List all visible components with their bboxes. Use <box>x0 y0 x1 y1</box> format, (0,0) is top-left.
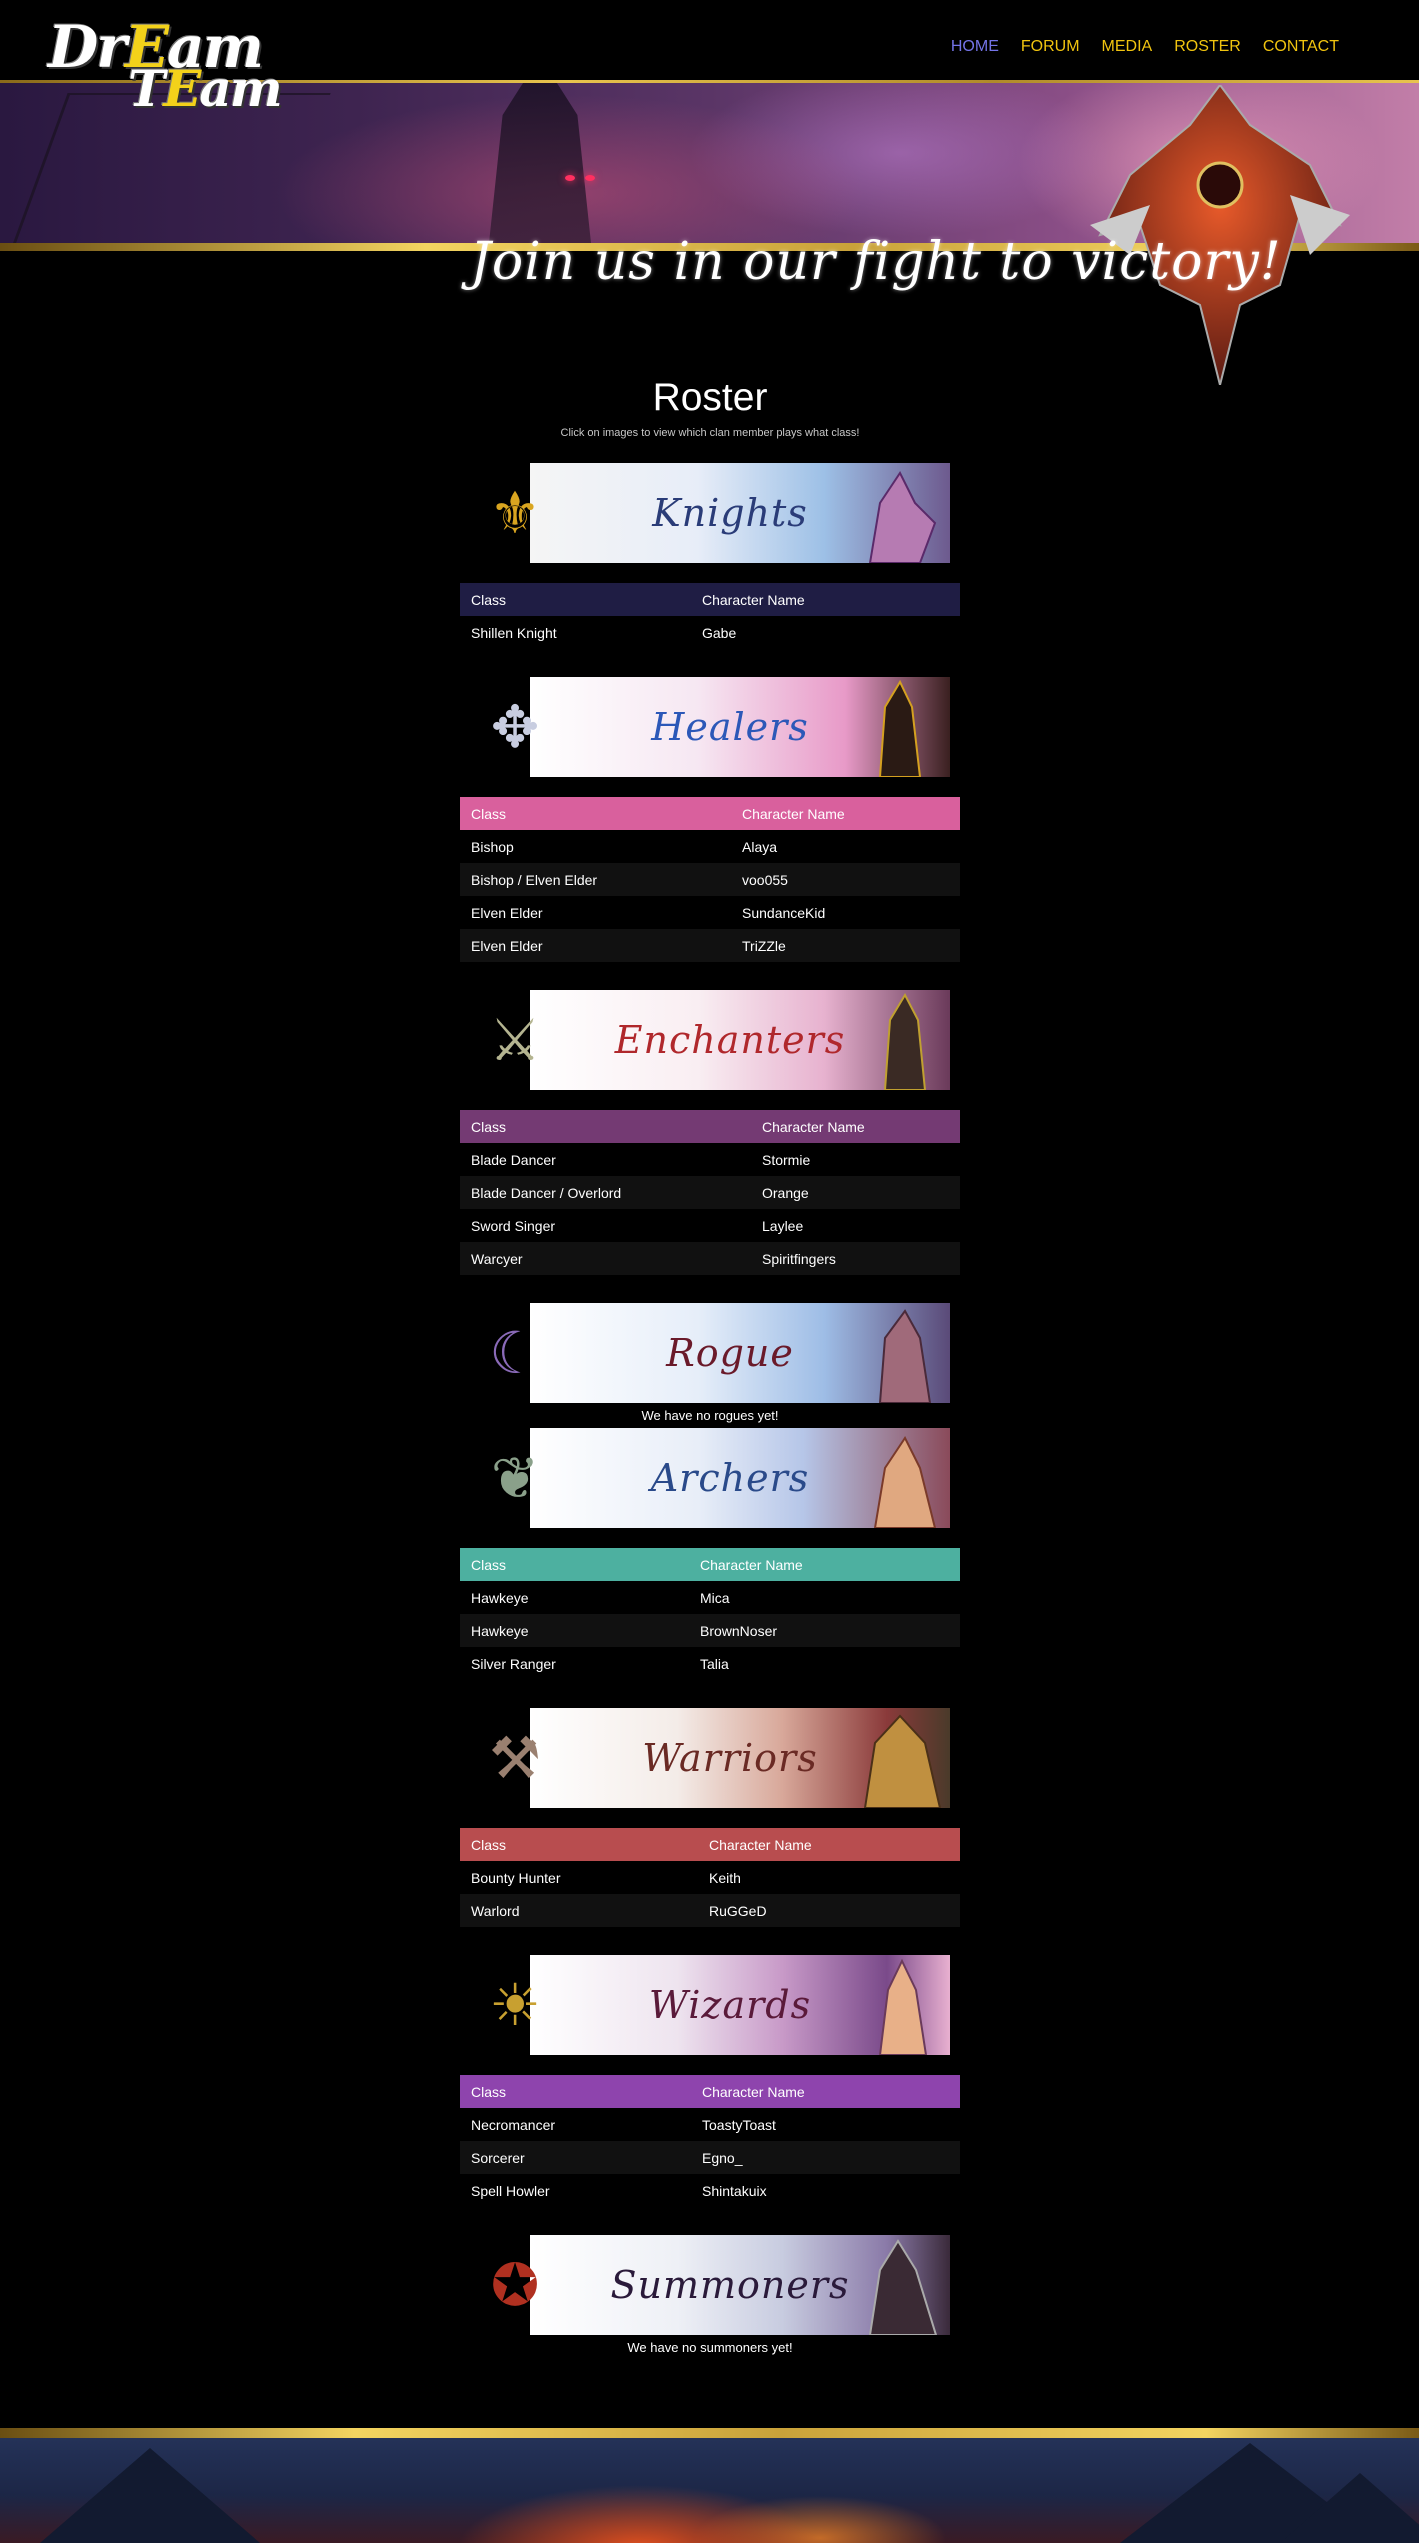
enchanters-banner[interactable]: ⚔ Enchanters <box>470 990 950 1090</box>
enchanters-table: Class Character Name Blade Dancer Stormie… <box>460 1110 960 1275</box>
table-row: Hawkeye BrownNoser <box>460 1614 960 1647</box>
banner-title: Wizards <box>648 1983 812 2027</box>
table-row: Bounty Hunter Keith <box>460 1861 960 1894</box>
leaf-crest-icon: ❦ <box>490 1446 540 1511</box>
banner-tagline: Join us in our fight to victory! <box>470 232 1282 292</box>
table-row: Elven Elder TriZZle <box>460 929 960 962</box>
main-navigation: HOME FORUM MEDIA ROSTER CONTACT <box>951 38 1339 56</box>
archers-banner[interactable]: ❦ Archers <box>470 1428 950 1528</box>
knights-table: Class Character Name Shillen Knight Gabe <box>460 583 960 649</box>
archers-table: Class Character Name Hawkeye Mica Hawkeye… <box>460 1548 960 1680</box>
crescent-orb-crest-icon: ☾ <box>489 1321 541 1386</box>
footer-lava-landscape-image <box>0 2438 1419 2543</box>
nav-contact[interactable]: CONTACT <box>1263 38 1339 56</box>
banner-title: Archers <box>650 1456 810 1500</box>
table-row: Bishop Alaya <box>460 830 960 863</box>
glowing-eye-icon <box>585 175 595 181</box>
nav-home[interactable]: HOME <box>951 38 999 56</box>
summoners-banner[interactable]: ✪ Summoners <box>470 2235 950 2335</box>
banner-title: Summoners <box>610 2263 850 2307</box>
golden-lions-crest-icon: ⚜ <box>489 481 541 546</box>
table-row: Warcyer Spiritfingers <box>460 1242 960 1275</box>
table-row: Silver Ranger Talia <box>460 1647 960 1680</box>
table-header: Class Character Name <box>460 1110 960 1143</box>
table-row: Spell Howler Shintakuix <box>460 2174 960 2207</box>
table-row: Bishop / Elven Elder voo055 <box>460 863 960 896</box>
warriors-table: Class Character Name Bounty Hunter Keith … <box>460 1828 960 1927</box>
nav-roster[interactable]: ROSTER <box>1174 38 1241 56</box>
banner-title: Knights <box>652 491 808 535</box>
glowing-eye-icon <box>565 175 575 181</box>
banner-title: Healers <box>651 705 809 749</box>
banner-title: Rogue <box>666 1331 794 1375</box>
sword-crest-icon: ⚒ <box>489 1726 541 1791</box>
table-header: Class Character Name <box>460 1828 960 1861</box>
rogue-banner[interactable]: ☾ Rogue <box>470 1303 950 1403</box>
nav-forum[interactable]: FORUM <box>1021 38 1080 56</box>
table-header: Class Character Name <box>460 2075 960 2108</box>
table-header: Class Character Name <box>460 1548 960 1581</box>
dark-tower-silhouette <box>489 83 591 243</box>
nav-media[interactable]: MEDIA <box>1102 38 1153 56</box>
table-row: Blade Dancer / Overlord Orange <box>460 1176 960 1209</box>
knights-banner[interactable]: ⚜ Knights <box>470 463 950 563</box>
pentagram-seal-icon: ✪ <box>490 2253 540 2318</box>
table-row: Hawkeye Mica <box>460 1581 960 1614</box>
wizards-table: Class Character Name Necromancer ToastyTo… <box>460 2075 960 2207</box>
table-row: Elven Elder SundanceKid <box>460 896 960 929</box>
table-row: Necromancer ToastyToast <box>460 2108 960 2141</box>
table-header: Class Character Name <box>460 583 960 616</box>
banner-title: Warriors <box>642 1736 818 1780</box>
sun-emblem-icon: ☀ <box>489 1973 541 2038</box>
summoners-empty-note: We have no summoners yet! <box>627 2340 793 2355</box>
table-row: Sword Singer Laylee <box>460 1209 960 1242</box>
warriors-banner[interactable]: ⚒ Warriors <box>470 1708 950 1808</box>
roster-main-content: Roster Click on images to view which cla… <box>460 373 960 2355</box>
table-row: Sorcerer Egno_ <box>460 2141 960 2174</box>
page-title: Roster <box>652 376 768 419</box>
table-header: Class Character Name <box>460 797 960 830</box>
footer-gold-border <box>0 2428 1419 2438</box>
rogue-empty-note: We have no rogues yet! <box>641 1408 779 1423</box>
banner-title: Enchanters <box>614 1018 846 1062</box>
table-row: Shillen Knight Gabe <box>460 616 960 649</box>
winged-crest-icon: ✥ <box>490 695 540 760</box>
crossed-swords-crest-icon: ⚔ <box>489 1008 541 1073</box>
table-row: Warlord RuGGeD <box>460 1894 960 1927</box>
healers-table: Class Character Name Bishop Alaya Bishop … <box>460 797 960 962</box>
table-row: Blade Dancer Stormie <box>460 1143 960 1176</box>
page-subtitle: Click on images to view which clan membe… <box>560 427 860 439</box>
wizards-banner[interactable]: ☀ Wizards <box>470 1955 950 2055</box>
healers-banner[interactable]: ✥ Healers <box>470 677 950 777</box>
